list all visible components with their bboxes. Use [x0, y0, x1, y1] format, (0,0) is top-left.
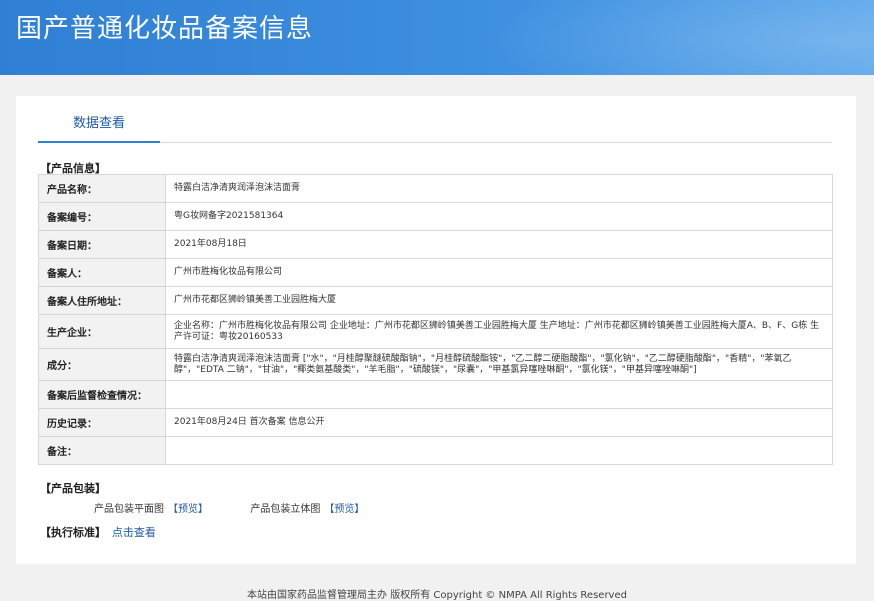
tab-bar: 数据查看: [38, 96, 832, 143]
stereo-package-preview-link[interactable]: 【预览】: [324, 504, 364, 515]
flat-package-preview-link[interactable]: 【预览】: [168, 504, 208, 515]
table-row: 备案人住所地址： 广州市花都区狮岭镇美善工业园胜梅大厦: [38, 286, 833, 315]
table-row: 备注：: [38, 436, 833, 465]
row-value: 广州市花都区狮岭镇美善工业园胜梅大厦: [165, 286, 833, 315]
page-title: 国产普通化妆品备案信息: [16, 14, 314, 44]
table-row: 备案后监督检查情况：: [38, 380, 833, 409]
table-row: 成分： 特露白洁净清爽润泽泡沫洁面膏 ["水"，"月桂醇聚醚硫酸酯钠"，"月桂醇…: [38, 348, 833, 381]
row-label: 备案日期：: [38, 230, 166, 259]
flat-package-label: 产品包装平面图: [94, 504, 164, 515]
standard-label: 【执行标准】: [40, 526, 106, 539]
section-packaging: 【产品包装】: [40, 482, 106, 495]
table-row: 备案编号： 粤G妆网备字2021581364: [38, 202, 833, 231]
product-info-table: 产品名称： 特露白洁净清爽润泽泡沫洁面膏 备案编号： 粤G妆网备字2021581…: [38, 174, 833, 465]
table-row: 生产企业： 企业名称：广州市胜梅化妆品有限公司 企业地址：广州市花都区狮岭镇美善…: [38, 314, 833, 349]
table-row: 历史记录： 2021年08月24日 首次备案 信息公开: [38, 408, 833, 437]
row-value: 广州市胜梅化妆品有限公司: [165, 258, 833, 287]
row-value: 粤G妆网备字2021581364: [165, 202, 833, 231]
row-label: 产品名称：: [38, 174, 166, 203]
row-label: 备注：: [38, 436, 166, 465]
row-label: 备案人：: [38, 258, 166, 287]
row-value: 2021年08月24日 首次备案 信息公开: [165, 408, 833, 437]
table-row: 备案人： 广州市胜梅化妆品有限公司: [38, 258, 833, 287]
row-value: 特露白洁净清爽润泽泡沫洁面膏 ["水"，"月桂醇聚醚硫酸酯钠"，"月桂醇硫酸酯铵…: [165, 348, 833, 381]
packaging-row: 产品包装平面图 【预览】 产品包装立体图 【预览】: [94, 500, 368, 515]
row-label: 备案后监督检查情况：: [38, 380, 166, 409]
row-label: 备案人住所地址：: [38, 286, 166, 315]
content-panel: 数据查看 【产品信息】 产品名称： 特露白洁净清爽润泽泡沫洁面膏 备案编号： 粤…: [16, 96, 856, 564]
row-value: [165, 380, 833, 409]
row-value: 企业名称：广州市胜梅化妆品有限公司 企业地址：广州市花都区狮岭镇美善工业园胜梅大…: [165, 314, 833, 349]
row-label: 备案编号：: [38, 202, 166, 231]
standard-view-link[interactable]: 点击查看: [112, 526, 156, 539]
row-label: 历史记录：: [38, 408, 166, 437]
row-label: 成分：: [38, 348, 166, 381]
row-label: 生产企业：: [38, 314, 166, 349]
section-standard: 【执行标准】 点击查看: [40, 524, 156, 540]
row-value: 特露白洁净清爽润泽泡沫洁面膏: [165, 174, 833, 203]
table-row: 备案日期： 2021年08月18日: [38, 230, 833, 259]
row-value: 2021年08月18日: [165, 230, 833, 259]
footer-copyright: 本站由国家药品监督管理局主办 版权所有 Copyright © NMPA All…: [247, 590, 627, 601]
tab-data-view[interactable]: 数据查看: [38, 112, 160, 143]
header-banner: 国产普通化妆品备案信息: [0, 0, 874, 75]
table-row: 产品名称： 特露白洁净清爽润泽泡沫洁面膏: [38, 174, 833, 203]
row-value: [165, 436, 833, 465]
stereo-package-label: 产品包装立体图: [250, 504, 321, 515]
